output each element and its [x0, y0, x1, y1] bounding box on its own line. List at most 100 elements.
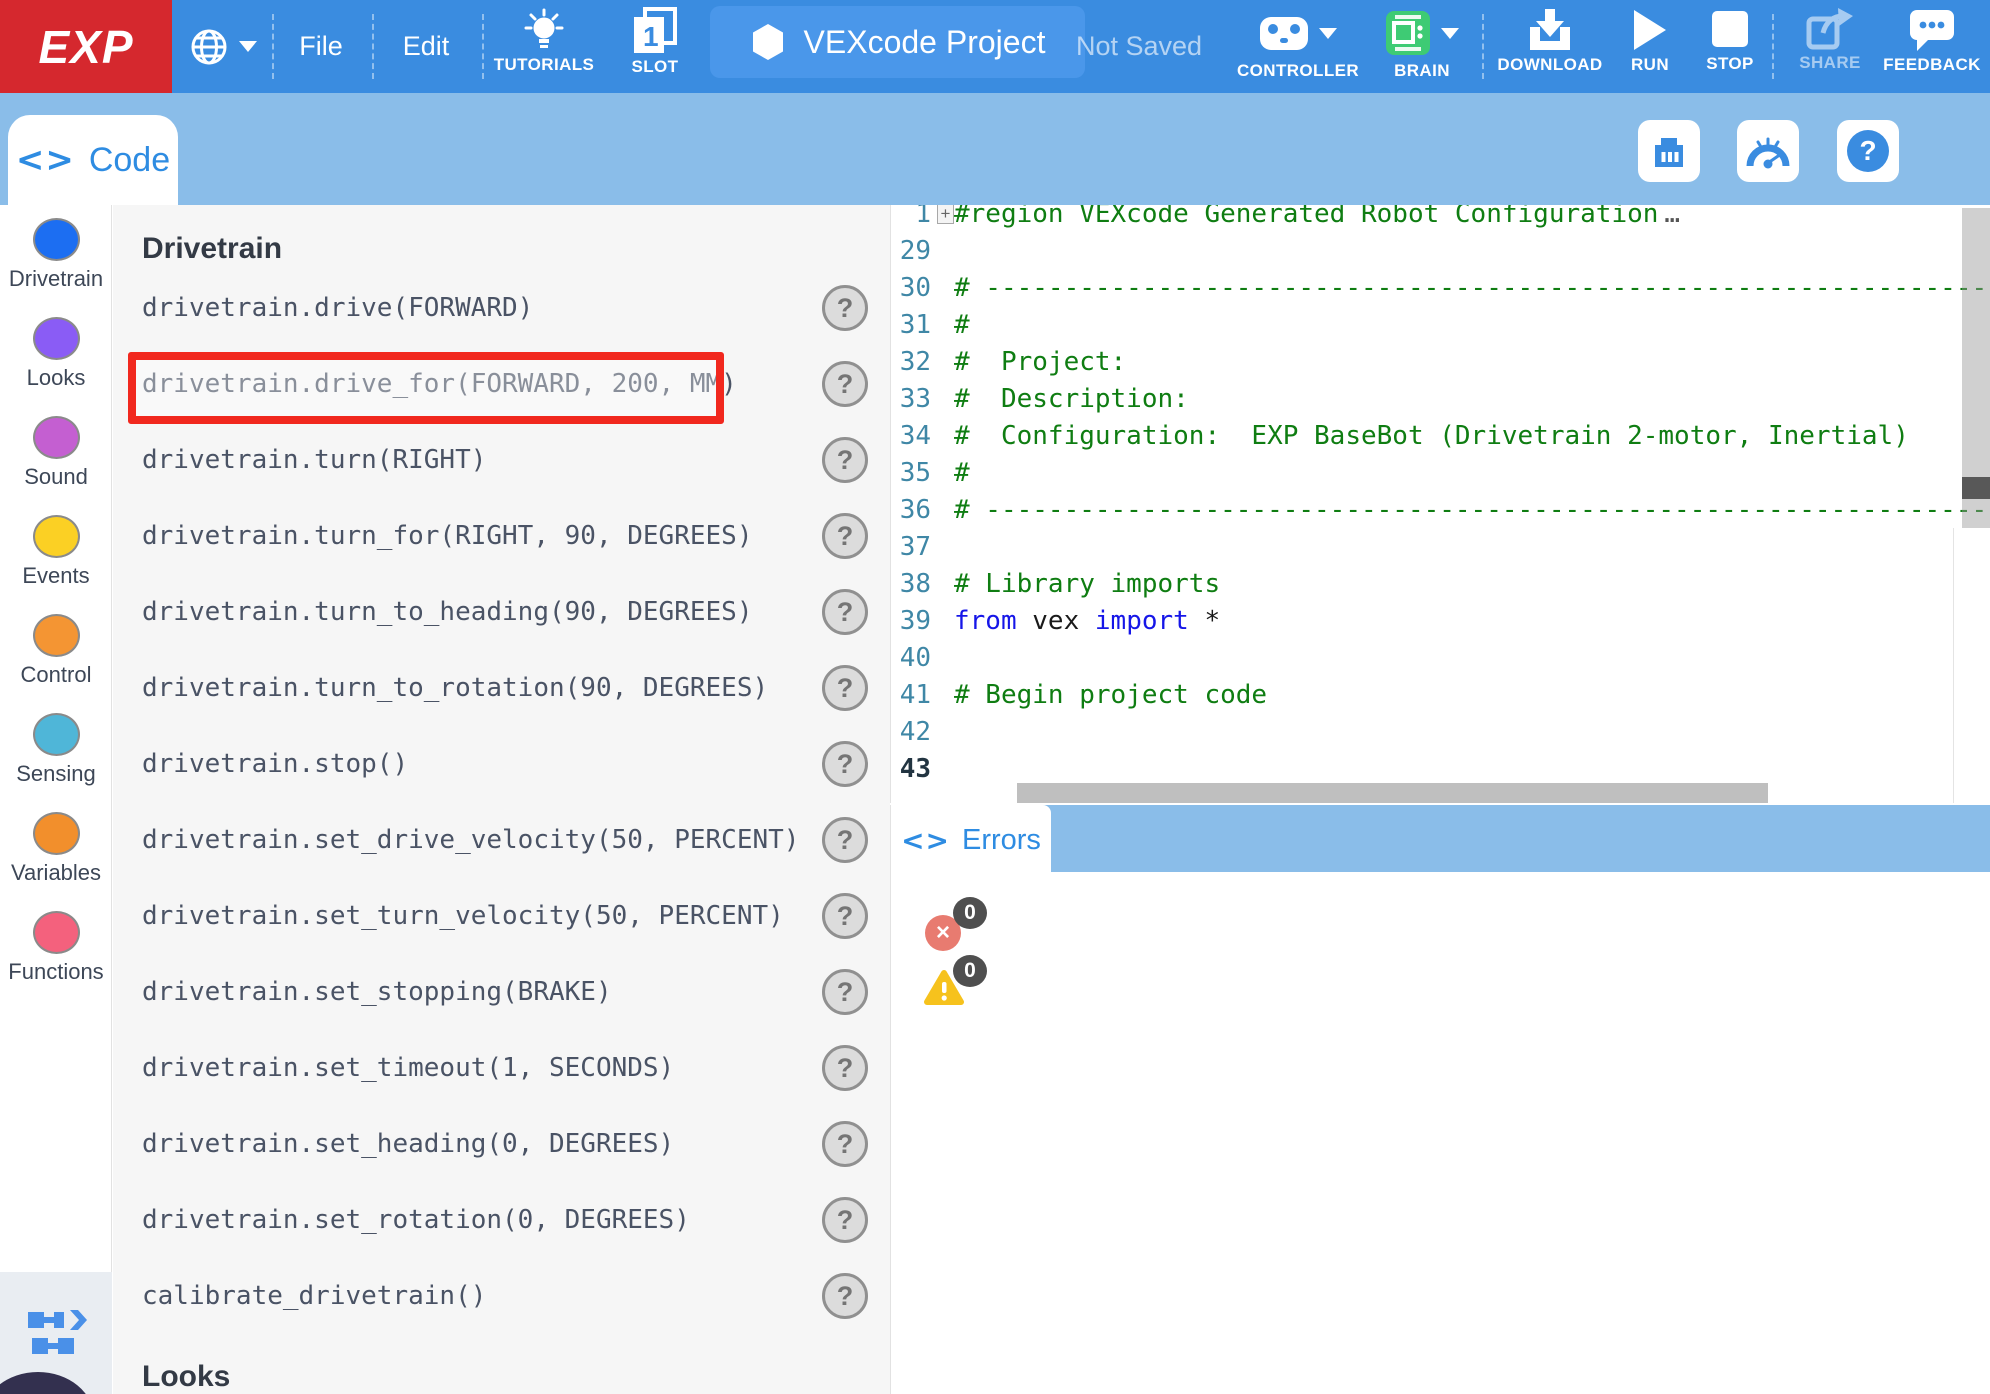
code-line: 29: [891, 232, 1990, 269]
sidebar-item-variables[interactable]: Variables: [0, 812, 112, 911]
file-menu[interactable]: File: [286, 0, 356, 93]
command-help-button[interactable]: ?: [822, 969, 868, 1015]
horizontal-scrollbar[interactable]: [1017, 783, 1768, 803]
dashboard-button[interactable]: [1737, 120, 1799, 182]
sidebar-item-drivetrain[interactable]: Drivetrain: [0, 218, 112, 317]
code-editor[interactable]: 1 + #region VEXcode Generated Robot Conf…: [890, 205, 1990, 803]
command-help-button[interactable]: ?: [822, 1045, 868, 1091]
language-menu[interactable]: [183, 0, 263, 93]
drivetrain-category-bubble: [33, 218, 80, 261]
command-help-button[interactable]: ?: [822, 741, 868, 787]
warning-count-indicator[interactable]: 0: [923, 969, 965, 1007]
menu-divider: [1482, 14, 1484, 79]
stop-icon: [1712, 11, 1748, 47]
code-line: 38 # Library imports: [891, 565, 1990, 602]
functions-category-bubble: [33, 911, 80, 954]
code-line: 32 # Project:: [891, 343, 1990, 380]
sidebar-item-control[interactable]: Control: [0, 614, 112, 713]
command-help-button[interactable]: ?: [822, 893, 868, 939]
exp-logo: EXP: [0, 0, 172, 93]
command-set-turn-velocity[interactable]: drivetrain.set_turn_velocity(50, PERCENT…: [113, 878, 890, 954]
vertical-scrollbar[interactable]: [1962, 208, 1990, 528]
command-drive[interactable]: drivetrain.drive(FORWARD) ?: [113, 270, 890, 346]
sidebar-item-label: Sound: [24, 464, 88, 490]
code-line: 30 # -----------------------------------…: [891, 269, 1990, 306]
command-set-heading[interactable]: drivetrain.set_heading(0, DEGREES) ?: [113, 1106, 890, 1182]
file-menu-label: File: [299, 31, 343, 62]
menu-divider: [482, 14, 484, 79]
command-set-drive-velocity[interactable]: drivetrain.set_drive_velocity(50, PERCEN…: [113, 802, 890, 878]
sensing-category-bubble: [33, 713, 80, 756]
vertical-scrollbar-thumb[interactable]: [1962, 477, 1990, 499]
command-help-button[interactable]: ?: [822, 665, 868, 711]
command-help-button[interactable]: ?: [822, 589, 868, 635]
tab-code[interactable]: <> Code: [8, 115, 178, 205]
edit-menu[interactable]: Edit: [390, 0, 462, 93]
highlight-annotation-box: [128, 352, 724, 424]
download-icon: [1527, 7, 1573, 53]
download-button[interactable]: DOWNLOAD: [1492, 0, 1608, 93]
command-help-button[interactable]: ?: [822, 513, 868, 559]
sidebar-item-sound[interactable]: Sound: [0, 416, 112, 515]
command-help-button[interactable]: ?: [822, 1197, 868, 1243]
sidebar-item-looks[interactable]: Looks: [0, 317, 112, 416]
error-count-indicator[interactable]: × 0: [925, 915, 961, 951]
globe-icon: [189, 27, 229, 67]
command-help-button[interactable]: ?: [822, 437, 868, 483]
command-stop[interactable]: drivetrain.stop() ?: [113, 726, 890, 802]
command-help-button[interactable]: ?: [822, 817, 868, 863]
command-turn-to-rotation[interactable]: drivetrain.turn_to_rotation(90, DEGREES)…: [113, 650, 890, 726]
sidebar-item-label: Functions: [8, 959, 103, 985]
command-help-button[interactable]: ?: [822, 361, 868, 407]
command-set-stopping[interactable]: drivetrain.set_stopping(BRAKE) ?: [113, 954, 890, 1030]
play-icon: [1634, 10, 1666, 50]
slot-button[interactable]: 1 SLOT: [614, 0, 696, 93]
slot-pages-icon: 1: [631, 7, 679, 55]
command-calibrate-drivetrain[interactable]: calibrate_drivetrain() ?: [113, 1258, 890, 1334]
controller-icon: [1259, 12, 1309, 54]
stop-button[interactable]: STOP: [1694, 0, 1766, 93]
sidebar-item-label: Looks: [27, 365, 86, 391]
sidebar-item-label: Events: [22, 563, 89, 589]
palette-section-title: Drivetrain: [142, 232, 890, 270]
run-button[interactable]: RUN: [1614, 0, 1686, 93]
fold-expand-icon[interactable]: +: [937, 205, 954, 224]
code-line: 36 # -----------------------------------…: [891, 491, 1990, 528]
command-set-rotation[interactable]: drivetrain.set_rotation(0, DEGREES) ?: [113, 1182, 890, 1258]
question-mark-icon: ?: [1847, 130, 1889, 172]
brain-button[interactable]: BRAIN: [1372, 0, 1472, 93]
category-list: Drivetrain Looks Sound Events Control Se…: [0, 218, 112, 1010]
share-button[interactable]: SHARE: [1786, 0, 1874, 93]
sidebar-item-sensing[interactable]: Sensing: [0, 713, 112, 812]
feedback-button[interactable]: FEEDBACK: [1880, 0, 1984, 93]
controller-label: CONTROLLER: [1237, 61, 1359, 81]
tutorials-button[interactable]: TUTORIALS: [496, 0, 592, 93]
sidebar-item-label: Variables: [11, 860, 101, 886]
menu-divider: [1772, 14, 1774, 79]
help-button[interactable]: ?: [1837, 120, 1899, 182]
project-name-button[interactable]: VEXcode Project: [710, 6, 1085, 78]
sidebar-item-functions[interactable]: Functions: [0, 911, 112, 1010]
device-info-button[interactable]: [1638, 120, 1700, 182]
line-number: 34: [891, 421, 931, 451]
run-label: RUN: [1631, 55, 1669, 75]
command-help-button[interactable]: ?: [822, 285, 868, 331]
code-line: 42: [891, 713, 1990, 750]
command-turn-for[interactable]: drivetrain.turn_for(RIGHT, 90, DEGREES) …: [113, 498, 890, 574]
line-number: 40: [891, 643, 931, 673]
svg-text:1: 1: [643, 21, 659, 52]
tab-errors[interactable]: <> Errors: [891, 805, 1051, 876]
command-turn-to-heading[interactable]: drivetrain.turn_to_heading(90, DEGREES) …: [113, 574, 890, 650]
category-sidebar: Drivetrain Looks Sound Events Control Se…: [0, 205, 112, 1394]
sidebar-item-events[interactable]: Events: [0, 515, 112, 614]
folded-region-ellipsis[interactable]: …: [1664, 205, 1680, 229]
controller-button[interactable]: CONTROLLER: [1232, 0, 1364, 93]
vexcode-app-window: EXP File Edit TUTORIALS 1 SLOT: [0, 0, 1990, 1394]
command-help-button[interactable]: ?: [822, 1273, 868, 1319]
command-turn[interactable]: drivetrain.turn(RIGHT) ?: [113, 422, 890, 498]
chevron-down-icon: [1319, 28, 1337, 39]
blocks-toggle-icon: [24, 1304, 88, 1362]
command-help-button[interactable]: ?: [822, 1121, 868, 1167]
active-line-number: 43: [891, 754, 931, 784]
command-set-timeout[interactable]: drivetrain.set_timeout(1, SECONDS) ?: [113, 1030, 890, 1106]
